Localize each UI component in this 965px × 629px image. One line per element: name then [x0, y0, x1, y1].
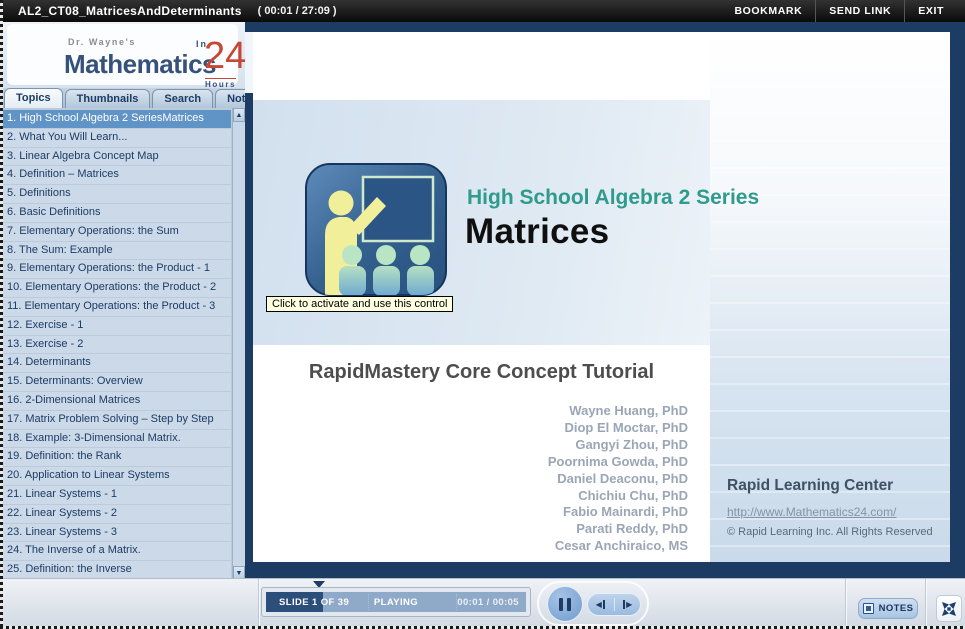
step-forward-icon-bar	[623, 600, 626, 609]
tutorial-subtitle: RapidMastery Core Concept Tutorial	[308, 361, 655, 383]
previous-slide-button[interactable]: ◀	[588, 594, 614, 615]
brand-copyright: © Rapid Learning Inc. All Rights Reserve…	[727, 526, 933, 538]
classroom-teacher-icon[interactable]	[305, 163, 447, 296]
topic-item[interactable]: 1. High School Algebra 2 SeriesMatrices	[1, 110, 231, 128]
author-line: Poornima Gowda, PhD	[547, 453, 688, 469]
series-title: High School Algebra 2 Series	[467, 186, 760, 209]
next-slide-button[interactable]: ▶	[615, 594, 641, 615]
selection-border-left	[0, 0, 3, 629]
scroll-up-icon: ▲	[235, 112, 243, 119]
brand-url-link[interactable]: http://www.Mathematics24.com/	[727, 505, 947, 519]
seek-bar[interactable]: SLIDE 1 OF 39 PLAYING 00:01 / 00:05	[266, 592, 526, 612]
topic-item[interactable]: 17. Matrix Problem Solving – Step by Ste…	[1, 410, 231, 429]
titlebar-actions: BOOKMARK SEND LINK EXIT	[721, 0, 957, 22]
slide-top-band	[253, 32, 710, 100]
step-back-icon-bar	[602, 600, 605, 609]
playback-controls: ◀ ▶	[537, 581, 649, 626]
logo-24: 24	[204, 35, 247, 77]
author-line: Cesar Anchiraico, MS	[554, 538, 688, 554]
logo-area: Dr. Wayne's Mathematics In 24 Hours	[0, 22, 246, 89]
pause-icon	[567, 597, 571, 611]
titlebar-action-exit[interactable]: EXIT	[904, 0, 957, 22]
tab-search[interactable]: Search	[152, 89, 214, 108]
content-frame-left-light	[245, 32, 253, 93]
topic-item[interactable]: 21. Linear Systems - 1	[1, 485, 231, 504]
topic-item[interactable]: 4. Definition – Matrices	[1, 166, 231, 185]
slide-main-title: Matrices	[465, 212, 610, 251]
topic-item[interactable]: 25. Definition: the Inverse	[1, 561, 231, 579]
sidebar: Dr. Wayne's Mathematics In 24 Hours Topi…	[0, 22, 270, 590]
application-window: AL2_CT08_MatricesAndDeterminants ( 00:01…	[0, 0, 965, 629]
titlebar-action-bookmark[interactable]: BOOKMARK	[721, 0, 815, 22]
topic-item[interactable]: 10. Elementary Operations: the Product -…	[1, 279, 231, 297]
notes-icon	[862, 603, 874, 614]
author-line: Daniel Deaconu, PhD	[557, 470, 688, 486]
topic-item[interactable]: 5. Definitions	[1, 185, 231, 203]
notes-icon-inner	[865, 606, 871, 611]
topic-item[interactable]: 23. Linear Systems - 3	[1, 523, 231, 542]
tab-topics[interactable]: Topics	[4, 88, 63, 108]
topic-item[interactable]: 13. Exercise - 2	[1, 335, 231, 354]
author-line: Gangyi Zhou, PhD	[575, 436, 688, 452]
topic-item[interactable]: 14. Determinants	[1, 354, 231, 373]
pause-button[interactable]	[547, 586, 583, 622]
step-back-icon: ◀	[595, 600, 602, 609]
titlebar-action-send-link[interactable]: SEND LINK	[815, 0, 904, 22]
presentation-title: AL2_CT08_MatricesAndDeterminants	[18, 4, 242, 18]
titlebar: AL2_CT08_MatricesAndDeterminants ( 00:01…	[0, 0, 965, 22]
logo: Dr. Wayne's Mathematics In 24 Hours	[7, 24, 246, 89]
topic-item[interactable]: 18. Example: 3-Dimensional Matrix.	[1, 429, 231, 448]
content-frame-right	[950, 22, 965, 578]
author-line: Fabio Mainardi, PhD	[563, 504, 688, 520]
player-control-bar: SLIDE 1 OF 39 PLAYING 00:01 / 00:05 ◀ ▶	[0, 578, 965, 629]
author-line: Diop El Moctar, PhD	[564, 419, 688, 435]
scroll-up-button[interactable]: ▲	[233, 108, 245, 122]
logo-wordmark: Mathematics	[64, 49, 217, 79]
authors-list: Wayne Huang, PhD Diop El Moctar, PhD Gangy…	[388, 403, 688, 555]
fullscreen-button[interactable]	[936, 595, 962, 622]
divider	[845, 579, 846, 629]
topic-item[interactable]: 12. Exercise - 1	[1, 316, 231, 335]
activex-tooltip: Click to activate and use this control	[266, 296, 454, 312]
notes-button[interactable]: NOTES	[858, 598, 918, 619]
logo-tagline: Dr. Wayne's	[68, 37, 136, 47]
author-line: Parati Reddy, PhD	[576, 521, 688, 537]
content-frame-left	[245, 93, 253, 580]
fullscreen-icon	[942, 601, 956, 616]
topic-item[interactable]: 15. Determinants: Overview	[1, 373, 231, 391]
topics-scrollbar[interactable]: ▲ ▼	[232, 108, 245, 590]
topic-item[interactable]: 9. Elementary Operations: the Product - …	[1, 260, 231, 279]
brand-block: Rapid Learning Center http://www.Mathema…	[727, 477, 947, 538]
topic-item[interactable]: 16. 2-Dimensional Matrices	[1, 391, 231, 410]
topic-item[interactable]: 2. What You Will Learn...	[1, 128, 231, 147]
topic-item[interactable]: 22. Linear Systems - 2	[1, 504, 231, 523]
topics-list: 1. High School Algebra 2 SeriesMatrices 2…	[0, 108, 232, 580]
scroll-down-icon: ▼	[235, 570, 243, 577]
topic-item[interactable]: 6. Basic Definitions	[1, 203, 231, 222]
topic-item[interactable]: 19. Definition: the Rank	[1, 448, 231, 467]
topic-item[interactable]: 3. Linear Algebra Concept Map	[1, 147, 231, 166]
content-frame-top	[245, 22, 965, 32]
progress-panel: SLIDE 1 OF 39 PLAYING 00:01 / 00:05	[261, 587, 531, 617]
topic-item[interactable]: 8. The Sum: Example	[1, 241, 231, 260]
divider	[925, 579, 926, 629]
author-line: Wayne Huang, PhD	[569, 403, 688, 418]
author-line: Chichiu Chu, PhD	[578, 487, 688, 503]
step-buttons: ◀ ▶	[587, 593, 641, 616]
sidebar-tabs: Topics Thumbnails Search Notes	[0, 88, 270, 108]
topic-item[interactable]: 7. Elementary Operations: the Sum	[1, 222, 231, 241]
brand-name: Rapid Learning Center	[727, 477, 894, 494]
step-forward-icon: ▶	[626, 600, 633, 609]
notes-button-label: NOTES	[878, 603, 914, 614]
divider	[258, 579, 259, 629]
tab-thumbnails[interactable]: Thumbnails	[64, 89, 151, 108]
total-time: ( 00:01 / 27:09 )	[257, 5, 337, 17]
pause-icon	[559, 597, 563, 611]
topic-item[interactable]: 20. Application to Linear Systems	[1, 467, 231, 485]
topic-item[interactable]: 11. Elementary Operations: the Product -…	[1, 297, 231, 316]
topic-item[interactable]: 24. The Inverse of a Matrix.	[1, 542, 231, 561]
slide-time: 00:01 / 00:05	[457, 596, 519, 608]
content-frame-bottom	[245, 562, 965, 578]
